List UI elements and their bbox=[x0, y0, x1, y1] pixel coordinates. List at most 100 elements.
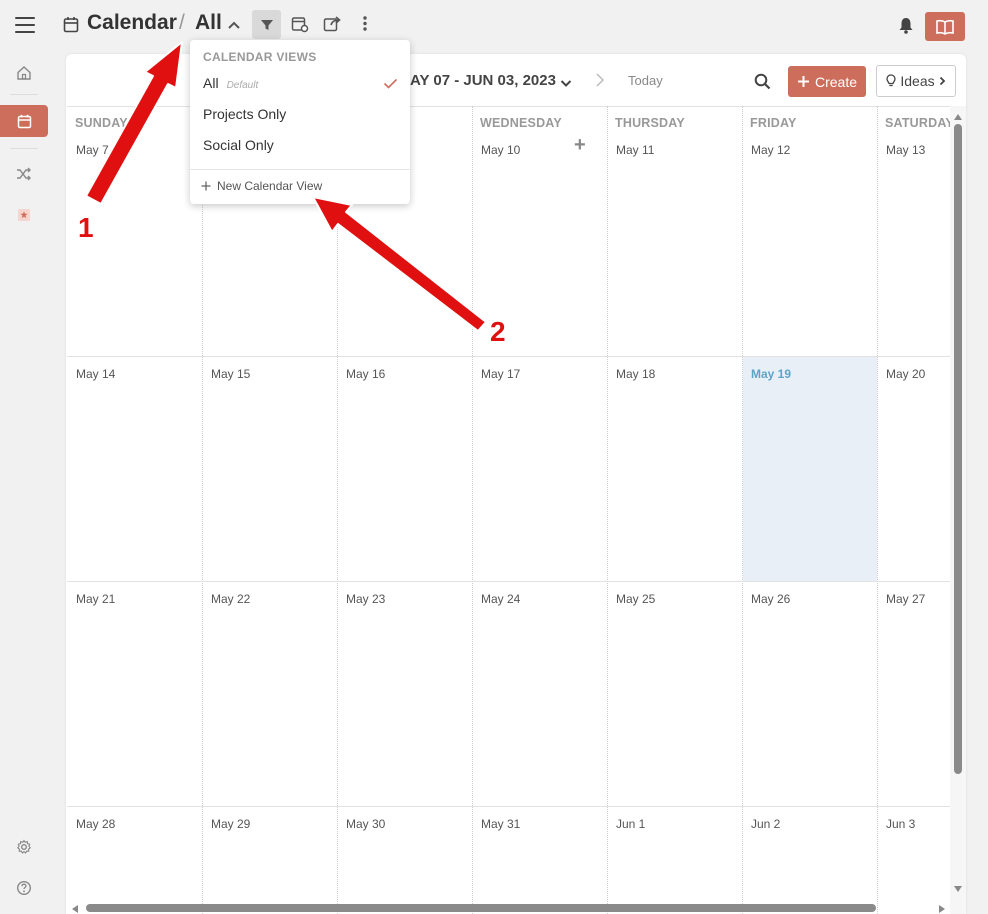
calendar-day-cell[interactable]: May 19 bbox=[751, 367, 791, 381]
scroll-right-icon[interactable] bbox=[939, 905, 945, 913]
row-divider bbox=[67, 356, 951, 357]
view-option-projects[interactable]: Projects Only bbox=[203, 106, 286, 122]
date-range[interactable]: AY 07 - JUN 03, 2023 bbox=[410, 72, 556, 89]
calendar-day-cell[interactable]: May 27 bbox=[886, 592, 925, 606]
horizontal-scrollbar[interactable] bbox=[86, 904, 876, 912]
chevron-down-icon[interactable] bbox=[560, 75, 572, 93]
checkmark-icon bbox=[383, 76, 398, 94]
default-badge: Default bbox=[226, 80, 259, 91]
ideas-label: Ideas bbox=[900, 73, 935, 89]
day-header-friday: FRIDAY bbox=[750, 116, 797, 130]
sidebar-item-settings[interactable] bbox=[0, 831, 48, 863]
column-divider bbox=[337, 106, 338, 914]
view-option-label: All bbox=[203, 75, 219, 91]
sidebar-divider bbox=[10, 94, 38, 95]
sidebar-item-shuffle[interactable] bbox=[0, 158, 48, 190]
calendar-day-cell[interactable]: May 11 bbox=[616, 143, 654, 157]
new-view-label: New Calendar View bbox=[217, 179, 323, 193]
menu-icon[interactable] bbox=[15, 17, 35, 33]
vertical-scrollbar[interactable] bbox=[954, 124, 962, 774]
calendar-icon bbox=[17, 114, 31, 128]
calendar-day-cell[interactable]: May 28 bbox=[76, 817, 115, 831]
calendar-day-cell[interactable]: Jun 3 bbox=[886, 817, 915, 831]
book-button[interactable] bbox=[925, 12, 965, 41]
calendar-day-cell[interactable]: May 15 bbox=[211, 367, 250, 381]
calendar-settings-icon[interactable] bbox=[291, 15, 309, 38]
create-button[interactable]: Create bbox=[788, 66, 866, 97]
book-icon bbox=[936, 19, 954, 35]
filter-icon bbox=[260, 19, 273, 30]
row-divider bbox=[67, 806, 951, 807]
calendar-day-cell[interactable]: May 16 bbox=[346, 367, 385, 381]
calendar-day-cell[interactable]: May 12 bbox=[751, 143, 790, 157]
annotation-label-1: 1 bbox=[78, 212, 94, 243]
row-divider bbox=[67, 581, 951, 582]
plus-icon bbox=[797, 76, 809, 87]
more-options-icon[interactable] bbox=[362, 15, 368, 37]
view-option-social[interactable]: Social Only bbox=[203, 137, 274, 153]
day-header-sunday: SUNDAY bbox=[75, 116, 128, 130]
sidebar-item-help[interactable] bbox=[0, 872, 48, 904]
column-divider bbox=[607, 106, 608, 914]
ideas-button[interactable]: Ideas bbox=[876, 65, 956, 97]
scroll-left-icon[interactable] bbox=[72, 905, 78, 913]
sidebar-divider bbox=[10, 148, 38, 149]
view-option-all[interactable]: All Default bbox=[203, 75, 258, 91]
calendar-day-cell[interactable]: May 26 bbox=[751, 592, 790, 606]
scroll-down-icon[interactable] bbox=[954, 886, 962, 892]
calendar-day-cell[interactable]: May 31 bbox=[481, 817, 520, 831]
page-title: Calendar bbox=[87, 11, 177, 34]
calendar-day-cell[interactable]: May 18 bbox=[616, 367, 655, 381]
create-label: Create bbox=[814, 73, 858, 90]
calendar-day-cell[interactable]: May 10 bbox=[481, 143, 520, 157]
calendar-day-cell[interactable]: May 25 bbox=[616, 592, 655, 606]
calendar-day-cell[interactable]: May 7 bbox=[76, 143, 109, 157]
calendar-day-cell[interactable]: May 23 bbox=[346, 592, 385, 606]
column-divider bbox=[877, 106, 878, 914]
calendar-views-dropdown: CALENDAR VIEWS All Default Projects Only … bbox=[190, 40, 410, 204]
plus-icon bbox=[201, 181, 211, 191]
current-view[interactable]: All bbox=[195, 11, 222, 35]
sidebar-item-calendar[interactable] bbox=[0, 105, 48, 137]
calendar-day-cell[interactable]: May 20 bbox=[886, 367, 925, 381]
dropdown-divider bbox=[190, 169, 410, 170]
calendar-icon bbox=[63, 16, 79, 38]
chevron-right-icon bbox=[939, 76, 945, 86]
calendar-day-cell[interactable]: May 24 bbox=[481, 592, 520, 606]
today-cell-highlight bbox=[743, 357, 877, 581]
next-arrow-icon[interactable] bbox=[595, 72, 605, 93]
calendar-day-cell[interactable]: Jun 2 bbox=[751, 817, 780, 831]
filter-button[interactable] bbox=[252, 10, 281, 39]
day-header-saturday: SATURDAY bbox=[885, 116, 954, 130]
calendar-day-cell[interactable]: May 14 bbox=[76, 367, 115, 381]
lightbulb-icon bbox=[886, 74, 897, 87]
calendar-day-cell[interactable]: May 13 bbox=[886, 143, 925, 157]
star-icon bbox=[18, 209, 30, 221]
calendar-day-cell[interactable]: May 17 bbox=[481, 367, 520, 381]
sidebar-item-favorite[interactable] bbox=[0, 199, 48, 231]
search-icon[interactable] bbox=[754, 73, 771, 95]
add-event-icon[interactable]: + bbox=[574, 134, 586, 157]
home-icon bbox=[17, 66, 31, 80]
day-header-wednesday: WEDNESDAY bbox=[480, 116, 562, 130]
column-divider bbox=[472, 106, 473, 914]
left-sidebar bbox=[0, 50, 50, 914]
calendar-day-cell[interactable]: May 30 bbox=[346, 817, 385, 831]
share-icon[interactable] bbox=[323, 15, 342, 37]
calendar-day-cell[interactable]: May 21 bbox=[76, 592, 115, 606]
scroll-up-icon[interactable] bbox=[954, 114, 962, 120]
chevron-up-icon[interactable] bbox=[227, 17, 241, 35]
notification-bell-icon[interactable] bbox=[898, 17, 914, 39]
gear-icon bbox=[16, 839, 32, 854]
dropdown-heading: CALENDAR VIEWS bbox=[203, 50, 317, 64]
new-calendar-view-button[interactable]: New Calendar View bbox=[201, 179, 322, 193]
sidebar-item-home[interactable] bbox=[0, 57, 48, 89]
day-header-thursday: THURSDAY bbox=[615, 116, 685, 130]
help-icon bbox=[16, 880, 32, 896]
calendar-day-cell[interactable]: Jun 1 bbox=[616, 817, 645, 831]
today-button[interactable]: Today bbox=[628, 73, 663, 88]
calendar-day-cell[interactable]: May 22 bbox=[211, 592, 250, 606]
calendar-day-cell[interactable]: May 29 bbox=[211, 817, 250, 831]
breadcrumb-separator: / bbox=[179, 11, 185, 34]
top-bar: Calendar / All bbox=[0, 0, 988, 50]
